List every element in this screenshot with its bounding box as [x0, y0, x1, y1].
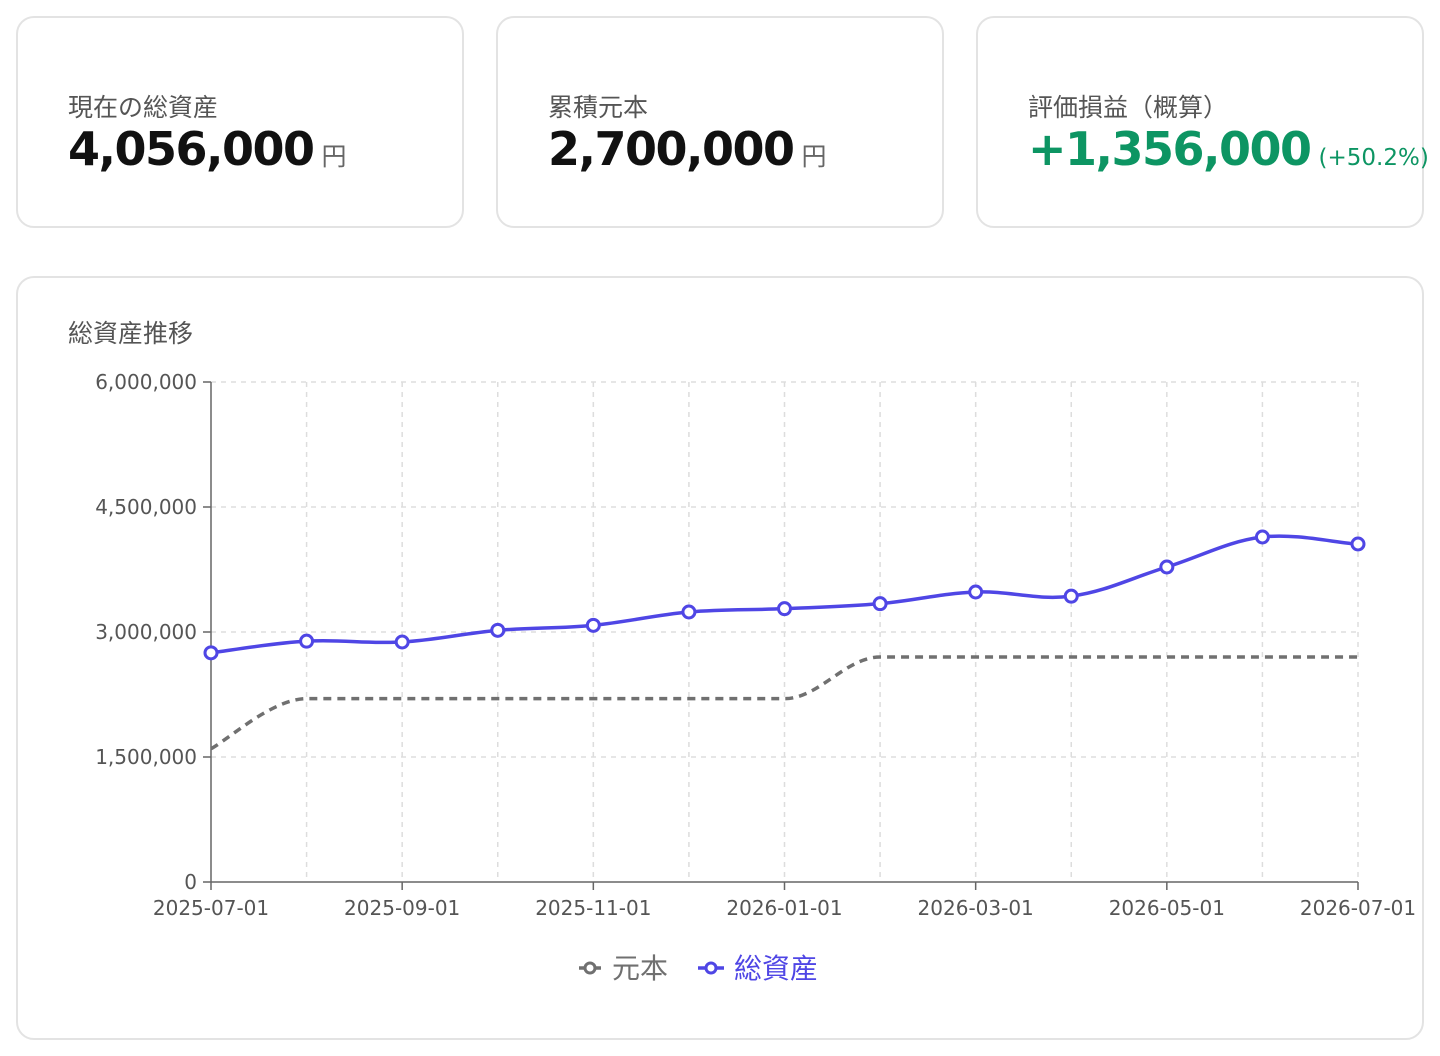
kpi-label: 現在の総資産 [68, 93, 219, 122]
y-tick-label: 0 [184, 870, 197, 894]
legend-label-total-assets: 総資産 [734, 952, 818, 985]
data-point-total-assets [585, 617, 601, 633]
x-tick-label: 2026-05-01 [1109, 896, 1225, 920]
kpi-percentage: (+50.2%) [1318, 145, 1429, 171]
data-point-total-assets [1350, 536, 1366, 552]
data-point-total-assets [299, 633, 315, 649]
legend: 元本 総資産 [579, 952, 818, 985]
y-tick-label: 1,500,000 [95, 745, 197, 769]
grid-lines [211, 381, 1359, 882]
kpi-amount: 4,056,000 [68, 122, 315, 176]
data-point-total-assets [1254, 529, 1270, 545]
data-point-total-assets [681, 604, 697, 620]
x-tick-label: 2025-07-01 [153, 896, 269, 920]
x-tick-label: 2026-03-01 [918, 896, 1034, 920]
y-tick-label: 4,500,000 [95, 495, 197, 519]
kpi-amount: +1,356,000 [1028, 122, 1312, 176]
legend-marker-total-assets [704, 961, 718, 975]
data-point-total-assets [490, 622, 506, 638]
x-tick-label: 2025-09-01 [344, 896, 460, 920]
kpi-label: 評価損益（概算） [1028, 93, 1229, 122]
kpi-card-gain: 評価損益（概算） +1,356,000 (+50.2%) [976, 16, 1429, 228]
data-point-total-assets [394, 634, 410, 650]
kpi-value: +1,356,000 (+50.2%) [1028, 122, 1429, 176]
kpi-unit: 円 [321, 142, 347, 171]
x-tick-label: 2026-01-01 [726, 896, 842, 920]
kpi-value: 2,700,000 円 [548, 122, 827, 176]
data-point-total-assets [1159, 559, 1175, 575]
kpi-amount: 2,700,000 [548, 122, 795, 176]
kpi-card-principal: 累積元本 2,700,000 円 [496, 16, 944, 228]
legend-marker-principal [583, 961, 597, 975]
data-point-total-assets [203, 645, 219, 661]
kpi-label: 累積元本 [548, 93, 649, 122]
legend-label-principal: 元本 [612, 952, 668, 985]
kpi-value: 4,056,000 円 [68, 122, 347, 176]
y-tick-label: 6,000,000 [95, 370, 197, 394]
kpi-unit: 円 [801, 142, 827, 171]
chart-card: 総資産推移 0 1,500,000 3,000,000 4,500,000 6,000,… [16, 276, 1424, 1040]
kpi-card-total-assets: 現在の総資産 4,056,000 円 [16, 16, 464, 228]
line-chart: 0 1,500,000 3,000,000 4,500,000 6,000,000 202… [95, 370, 1416, 985]
data-point-total-assets [872, 596, 888, 612]
x-tick-label: 2026-07-01 [1300, 896, 1416, 920]
data-point-total-assets [1063, 588, 1079, 604]
x-tick-label: 2025-11-01 [535, 896, 651, 920]
data-point-total-assets [777, 601, 792, 617]
data-point-total-assets [968, 584, 984, 600]
y-tick-label: 3,000,000 [95, 620, 197, 644]
